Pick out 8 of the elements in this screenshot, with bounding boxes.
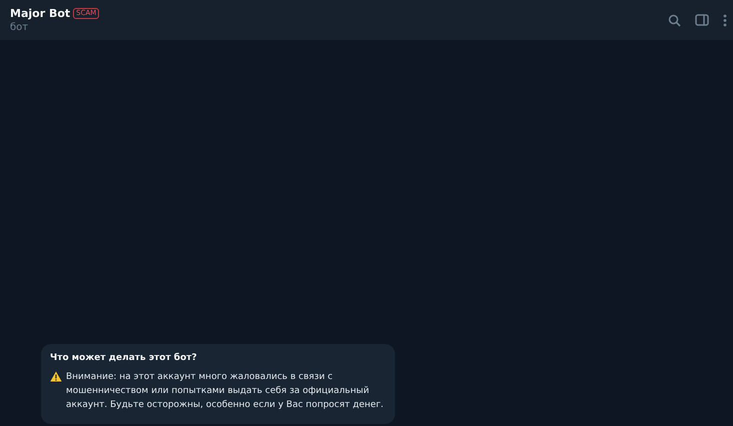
- card-title: Что может делать этот бот?: [50, 353, 198, 363]
- more-icon[interactable]: [723, 14, 727, 26]
- sidebar-icon[interactable]: [695, 14, 709, 26]
- warning-icon: [50, 371, 62, 382]
- search-icon[interactable]: [668, 14, 681, 26]
- chat-title: Major Bot: [10, 7, 70, 20]
- warning-text: Внимание: на этот аккаунт много жаловались в связи с мошенничеством или попытками выдать себя за официальный аккаунт. Будьте осторожны, особенно если у Вас попросят денег.: [66, 371, 385, 412]
- chat-subtitle: бот: [10, 22, 30, 33]
